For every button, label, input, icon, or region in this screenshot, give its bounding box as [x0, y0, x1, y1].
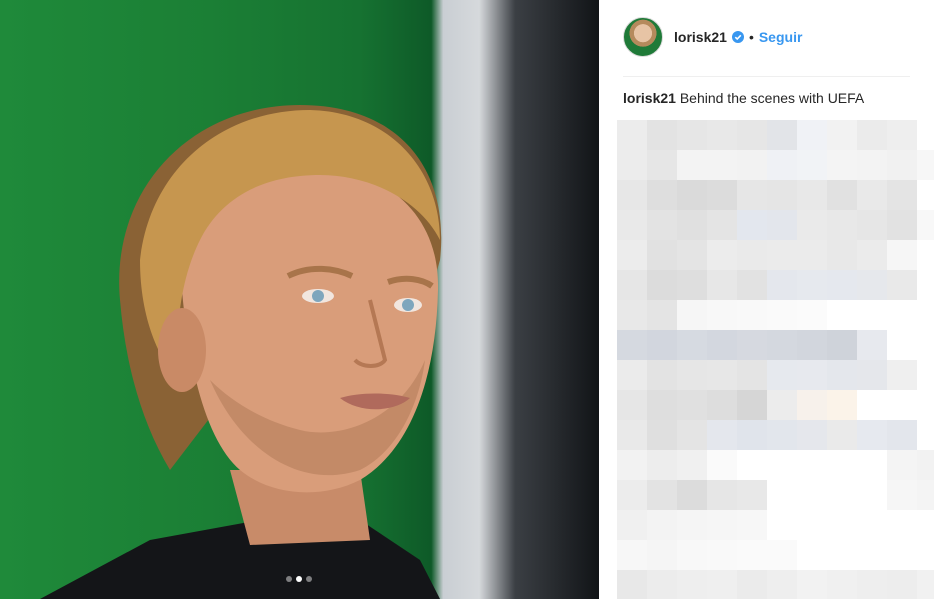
post-side-panel: lorisk21 • Seguir lorisk21 Behind the sc…: [599, 0, 934, 599]
carousel-dot: [286, 576, 292, 582]
username-link[interactable]: lorisk21: [674, 29, 727, 45]
pixelation-mosaic: [617, 120, 934, 599]
avatar[interactable]: [623, 17, 663, 57]
divider: [623, 76, 910, 77]
separator-dot: •: [748, 29, 754, 45]
carousel-dot-active: [296, 576, 302, 582]
caption-text: Behind the scenes with UEFA: [679, 90, 865, 106]
caption: lorisk21 Behind the scenes with UEFA: [623, 90, 864, 106]
follow-button[interactable]: Seguir: [759, 29, 803, 45]
post-header: lorisk21 • Seguir: [623, 17, 802, 57]
carousel-dot: [306, 576, 312, 582]
post-photo[interactable]: [0, 0, 599, 599]
caption-username[interactable]: lorisk21: [623, 90, 676, 106]
portrait-illustration: [40, 105, 442, 599]
redacted-comments: [617, 120, 934, 599]
verified-badge-icon: [731, 31, 744, 43]
carousel-indicator: [286, 576, 312, 582]
